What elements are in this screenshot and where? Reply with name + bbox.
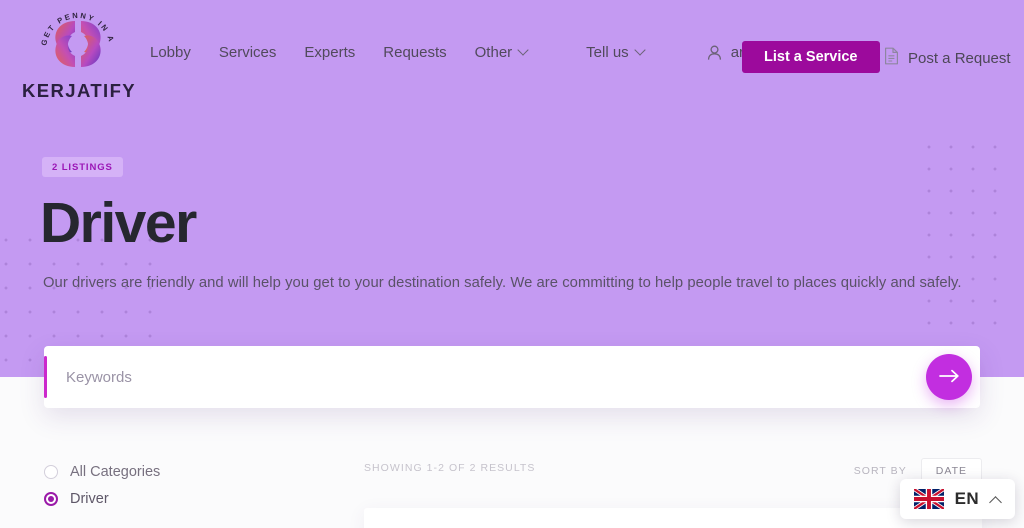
sort-by-label: SORT BY	[853, 465, 907, 477]
radio-unchecked-icon	[44, 464, 58, 479]
nav-link-label: Other	[474, 44, 513, 61]
main-navbar: GET PENNY IN A CLICK KERJATIFY Lobby Ser…	[0, 0, 1024, 112]
nav-link-label: Tell us	[586, 44, 629, 61]
nav-link-label: Services	[218, 44, 277, 61]
nav-link-lobby[interactable]: Lobby	[150, 44, 191, 61]
category-option-driver[interactable]: Driver	[44, 485, 344, 512]
result-list-item[interactable]	[364, 508, 982, 528]
nav-link-services[interactable]: Services	[219, 44, 277, 61]
category-filter-list: All Categories Driver	[44, 458, 344, 512]
results-count-text: SHOWING 1-2 OF 2 RESULTS	[364, 462, 536, 474]
logo-mark-icon: GET PENNY IN A CLICK	[22, 0, 130, 82]
listings-count-badge: 2 LISTINGS	[42, 157, 123, 177]
search-input[interactable]	[66, 346, 766, 408]
nav-link-other[interactable]: Other	[475, 44, 529, 61]
radio-checked-icon	[44, 491, 58, 506]
nav-links: Lobby Services Experts Requests Other Te…	[150, 44, 781, 61]
chevron-down-icon	[636, 46, 645, 55]
arrow-right-icon	[938, 369, 960, 386]
chevron-down-icon	[519, 46, 528, 55]
dot-pattern-right	[918, 136, 1008, 336]
nav-link-requests[interactable]: Requests	[383, 44, 446, 61]
nav-link-experts[interactable]: Experts	[304, 44, 355, 61]
post-a-request-link[interactable]: Post a Request	[884, 47, 1011, 69]
chevron-up-icon	[990, 495, 1001, 504]
nav-link-label: Requests	[383, 44, 447, 61]
page-subtitle: Our drivers are friendly and will help y…	[43, 275, 962, 291]
nav-link-tell-us[interactable]: Tell us	[586, 44, 645, 61]
brand-name: KERJATIFY	[22, 80, 137, 101]
page-root: GET PENNY IN A CLICK KERJATIFY Lobby Ser…	[0, 0, 1024, 528]
category-label: All Categories	[70, 463, 161, 480]
user-icon	[707, 45, 722, 61]
category-option-all-categories[interactable]: All Categories	[44, 458, 344, 485]
language-switcher[interactable]: EN	[899, 479, 1015, 519]
search-submit-button[interactable]	[926, 354, 972, 400]
language-code: EN	[954, 489, 979, 508]
brand-logo[interactable]: GET PENNY IN A CLICK KERJATIFY	[22, 0, 137, 102]
category-label: Driver	[70, 490, 109, 507]
nav-link-label: Lobby	[150, 44, 191, 61]
uk-flag-icon	[912, 487, 945, 511]
page-title: Driver	[40, 191, 197, 255]
search-bar	[44, 346, 980, 408]
document-icon	[884, 47, 899, 69]
nav-link-label: Experts	[304, 44, 356, 61]
post-a-request-label: Post a Request	[908, 49, 1011, 67]
sort-by-value: DATE	[935, 465, 967, 477]
list-a-service-button[interactable]: List a Service	[742, 41, 880, 73]
